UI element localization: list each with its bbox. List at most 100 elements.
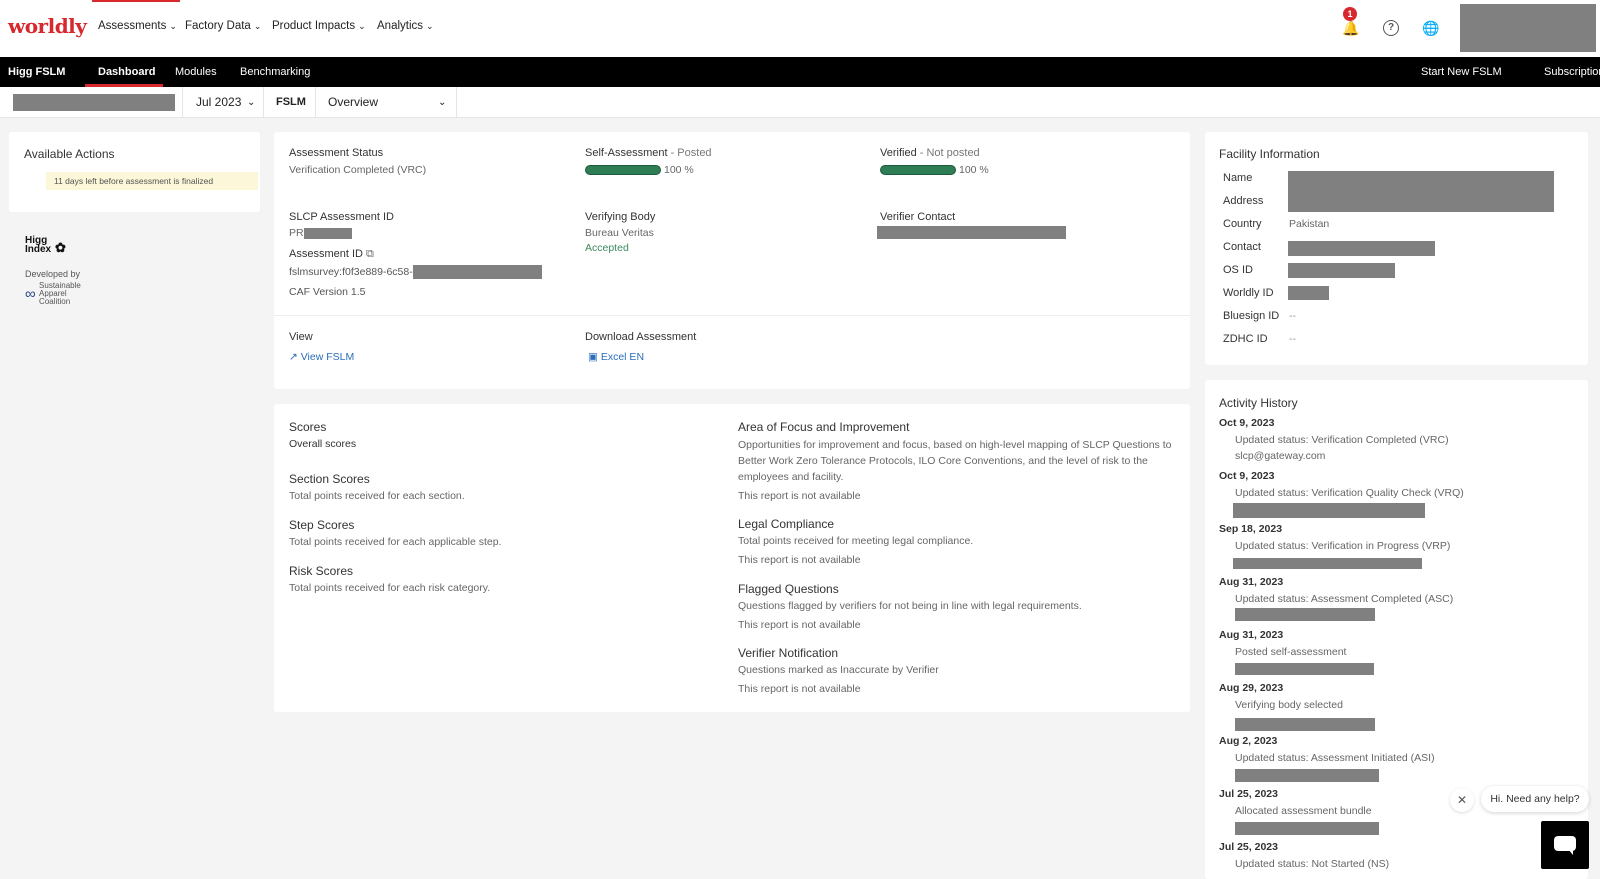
tab-dashboard[interactable]: Dashboard <box>98 66 155 78</box>
view-fslm-link[interactable]: ↗ View FSLM <box>289 351 354 363</box>
infinity-icon: ∞ <box>25 285 36 303</box>
section-scores-title[interactable]: Section Scores <box>289 472 370 486</box>
activity-date: Jul 25, 2023 <box>1219 841 1278 853</box>
module-navigation: Higg FSLM Dashboard Modules Benchmarking… <box>0 57 1600 87</box>
risk-scores-title[interactable]: Risk Scores <box>289 564 353 578</box>
subscriptions-link[interactable]: Subscriptions <box>1544 66 1600 78</box>
facility-bluesign-value: -- <box>1289 310 1296 322</box>
self-assessment-percent: 100 % <box>664 164 694 176</box>
globe-icon[interactable]: 🌐 <box>1422 20 1439 36</box>
activity-date: Aug 31, 2023 <box>1219 576 1284 588</box>
facility-address-label: Address <box>1223 195 1264 207</box>
user-profile-redacted[interactable] <box>1460 4 1596 52</box>
verifying-body-label: Verifying Body <box>585 211 656 223</box>
finalize-notice: 11 days left before assessment is finali… <box>46 172 258 190</box>
chat-greeting-bubble[interactable]: Hi. Need any help? <box>1481 786 1589 812</box>
activity-user: slcp@gateway.com <box>1235 450 1326 462</box>
facility-name-label: Name <box>1223 172 1253 184</box>
start-new-fslm-link[interactable]: Start New FSLM <box>1421 66 1502 78</box>
notification-bell-icon[interactable]: 🔔 <box>1342 20 1359 36</box>
chevron-down-icon: ⌄ <box>358 21 366 31</box>
divider <box>274 315 1190 316</box>
menu-analytics[interactable]: Analytics ⌄ <box>377 20 434 32</box>
activity-date: Aug 31, 2023 <box>1219 629 1284 641</box>
verified-progress-bar <box>880 165 956 175</box>
activity-user-redacted <box>1235 608 1375 621</box>
tab-benchmarking[interactable]: Benchmarking <box>240 66 310 78</box>
tab-modules[interactable]: Modules <box>175 66 217 78</box>
view-select[interactable]: Overview ⌄ <box>316 87 457 118</box>
download-excel-link[interactable]: ▣ Excel EN <box>588 351 644 363</box>
activity-date: Aug 2, 2023 <box>1219 735 1278 747</box>
filter-bar: Jul 2023 ⌄ FSLM Overview ⌄ <box>0 87 1600 118</box>
overall-scores-label[interactable]: Overall scores <box>289 438 356 450</box>
chevron-down-icon: ⌄ <box>426 21 434 31</box>
activity-text: Allocated assessment bundle <box>1235 805 1372 817</box>
copy-icon[interactable]: ⧉ <box>366 248 374 260</box>
higg-index-logo: Higg Index ✿ <box>25 235 66 255</box>
step-scores-title[interactable]: Step Scores <box>289 518 354 532</box>
external-link-icon: ↗ <box>289 351 298 363</box>
section-scores-desc: Total points received for each section. <box>289 490 465 502</box>
sac-logo: ∞ Sustainable Apparel Coalition <box>25 281 81 306</box>
verified-percent: 100 % <box>959 164 989 176</box>
module-brand: Higg FSLM <box>8 66 66 78</box>
legal-compliance-desc: Total points received for meeting legal … <box>738 535 974 547</box>
slcp-id-label: SLCP Assessment ID <box>289 211 394 223</box>
module-label: FSLM <box>264 87 316 118</box>
facility-worldly-id-redacted <box>1288 286 1329 300</box>
facility-bluesign-label: Bluesign ID <box>1223 310 1280 322</box>
self-assessment-progress-bar <box>585 165 661 175</box>
activity-date: Sep 18, 2023 <box>1219 523 1283 535</box>
assessment-id-label: Assessment ID ⧉ <box>289 248 374 260</box>
activity-date: Jul 25, 2023 <box>1219 788 1278 800</box>
verifier-contact-redacted <box>877 226 1066 239</box>
flagged-questions-title: Flagged Questions <box>738 582 839 596</box>
developed-by-label: Developed by <box>25 269 81 279</box>
available-actions-title: Available Actions <box>24 147 115 161</box>
notification-badge: 1 <box>1343 7 1357 21</box>
assessment-status-value: Verification Completed (VRC) <box>289 164 427 176</box>
facility-zdhc-label: ZDHC ID <box>1223 333 1268 345</box>
facility-selector[interactable] <box>0 87 183 118</box>
chevron-down-icon: ⌄ <box>253 21 262 31</box>
worldly-logo[interactable]: worldly <box>8 14 87 38</box>
facility-info-title: Facility Information <box>1219 147 1320 161</box>
activity-user-redacted <box>1235 663 1374 675</box>
menu-factory-data[interactable]: Factory Data ⌄ <box>185 20 261 32</box>
verifier-notification-status: This report is not available <box>738 683 861 695</box>
facility-os-id-label: OS ID <box>1223 264 1253 276</box>
activity-text: Posted self-assessment <box>1235 646 1347 658</box>
step-scores-desc: Total points received for each applicabl… <box>289 536 502 548</box>
area-of-focus-desc-line2: Better Work Zero Tolerance Protocols, IL… <box>738 455 1148 467</box>
caf-version: CAF Version 1.5 <box>289 286 366 298</box>
activity-date: Aug 29, 2023 <box>1219 682 1284 694</box>
facility-contact-redacted <box>1288 241 1435 256</box>
menu-product-impacts[interactable]: Product Impacts ⌄ <box>272 20 366 32</box>
activity-text: Updated status: Verification Quality Che… <box>1235 487 1464 499</box>
activity-text: Updated status: Assessment Initiated (AS… <box>1235 752 1435 764</box>
assessment-status-label: Assessment Status <box>289 147 384 159</box>
slcp-id-value: PR <box>289 227 352 239</box>
assessment-id-redacted <box>412 265 542 279</box>
leaf-icon: ✿ <box>55 240 66 255</box>
verifier-notification-title: Verifier Notification <box>738 646 839 660</box>
facility-os-id-redacted <box>1288 263 1395 278</box>
facility-name-redacted <box>13 94 175 112</box>
activity-text: Updated status: Assessment Completed (AS… <box>1235 593 1454 605</box>
legal-compliance-title: Legal Compliance <box>738 517 835 531</box>
assessment-id-value: fslmsurvey:f0f3e889-6c58- <box>289 265 542 279</box>
active-menu-indicator <box>92 0 180 2</box>
facility-name-address-redacted <box>1288 171 1554 212</box>
chevron-down-icon: ⌄ <box>438 97 447 108</box>
area-of-focus-status: This report is not available <box>738 490 861 502</box>
help-icon[interactable]: ? <box>1383 20 1399 36</box>
activity-history-title: Activity History <box>1219 396 1298 410</box>
period-select[interactable]: Jul 2023 ⌄ <box>183 87 264 118</box>
view-label: View <box>289 331 313 343</box>
activity-text: Updated status: Not Started (NS) <box>1235 858 1390 870</box>
menu-assessments[interactable]: Assessments ⌄ <box>98 20 177 32</box>
chat-close-icon[interactable]: ✕ <box>1450 788 1474 812</box>
chat-launcher-button[interactable] <box>1541 821 1589 869</box>
facility-worldly-id-label: Worldly ID <box>1223 287 1274 299</box>
